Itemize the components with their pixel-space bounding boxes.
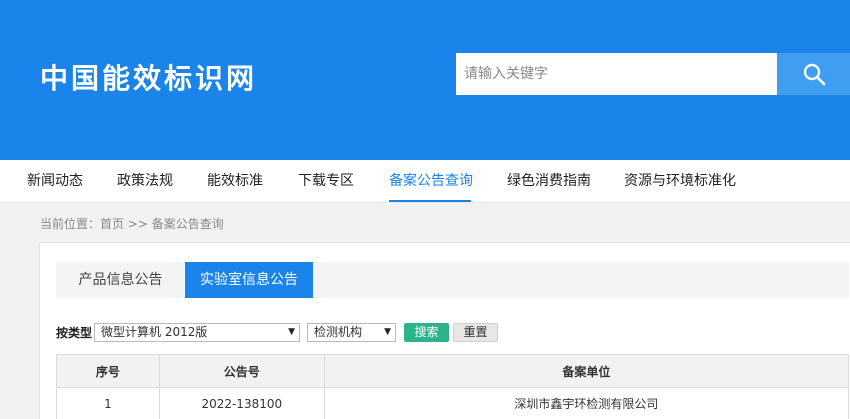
main-nav: 新闻动态 政策法规 能效标准 下载专区 备案公告查询 绿色消费指南 资源与环境标… <box>0 160 850 203</box>
breadcrumb-current: 备案公告查询 <box>151 217 224 231</box>
cell-unit[interactable]: 深圳市鑫宇环检测有限公司 <box>323 387 850 419</box>
site-header: 中国能效标识网 <box>0 0 850 160</box>
reset-button[interactable]: 重置 <box>453 323 498 342</box>
breadcrumb: 当前位置：首页 >> 备案公告查询 <box>40 215 224 233</box>
org-select-value: 检测机构 <box>314 325 363 339</box>
cell-index: 1 <box>56 387 160 419</box>
tab-lab-info[interactable]: 实验室信息公告 <box>185 262 313 298</box>
breadcrumb-home-link[interactable]: 首页 <box>100 217 124 231</box>
table-header-row: 序号 公告号 备案单位 <box>56 354 850 388</box>
column-header-index: 序号 <box>56 354 160 388</box>
nav-active-indicator <box>389 200 471 202</box>
search-button[interactable] <box>777 53 850 95</box>
search-submit-button[interactable]: 搜索 <box>404 323 449 342</box>
filter-bar: 按类型 微型计算机 2012版 ▼ 检测机构 ▼ 搜索 重置 <box>56 323 836 343</box>
chevron-down-icon: ▼ <box>288 327 295 337</box>
chevron-down-icon: ▼ <box>384 327 391 337</box>
content-panel: 产品信息公告 实验室信息公告 按类型 微型计算机 2012版 ▼ 检测机构 ▼ … <box>39 242 850 419</box>
column-header-unit: 备案单位 <box>323 354 850 388</box>
search-input[interactable] <box>456 53 777 95</box>
nav-item-policy[interactable]: 政策法规 <box>117 160 173 203</box>
nav-item-green-guide[interactable]: 绿色消费指南 <box>507 160 591 203</box>
results-table: 序号 公告号 备案单位 1 2022-138100 深圳市鑫宇环检测有限公司 <box>56 354 850 419</box>
type-select-value: 微型计算机 2012版 <box>101 325 208 339</box>
column-header-notice-no: 公告号 <box>158 354 325 388</box>
nav-item-news[interactable]: 新闻动态 <box>27 160 83 203</box>
nav-item-downloads[interactable]: 下载专区 <box>298 160 354 203</box>
nav-item-standards[interactable]: 能效标准 <box>207 160 263 203</box>
breadcrumb-prefix: 当前位置： <box>40 217 101 231</box>
org-select[interactable]: 检测机构 ▼ <box>307 323 396 342</box>
site-logo[interactable]: 中国能效标识网 <box>40 62 257 96</box>
type-select[interactable]: 微型计算机 2012版 ▼ <box>94 323 300 342</box>
tab-bar: 产品信息公告 实验室信息公告 <box>56 262 849 298</box>
cell-notice-no: 2022-138100 <box>158 387 325 419</box>
nav-item-resource-env[interactable]: 资源与环境标准化 <box>624 160 736 203</box>
tab-product-info[interactable]: 产品信息公告 <box>56 262 185 298</box>
nav-item-filing-query[interactable]: 备案公告查询 <box>389 160 473 203</box>
breadcrumb-separator: >> <box>127 217 148 231</box>
table-row[interactable]: 1 2022-138100 深圳市鑫宇环检测有限公司 <box>56 387 850 419</box>
search-icon <box>803 63 825 86</box>
filter-label: 按类型 <box>56 326 93 340</box>
